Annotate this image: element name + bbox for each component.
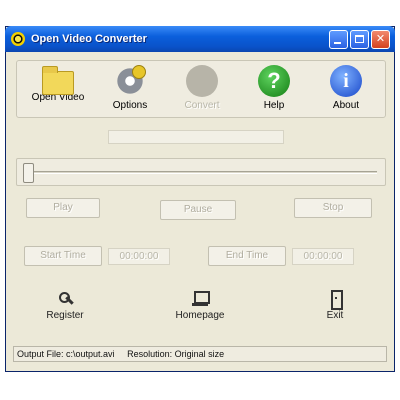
seek-slider[interactable] xyxy=(16,158,386,186)
exit-label: Exit xyxy=(326,310,344,321)
options-button[interactable]: Options xyxy=(99,65,161,111)
window-title: Open Video Converter xyxy=(31,33,147,45)
progress-display xyxy=(108,130,284,144)
help-icon: ? xyxy=(258,65,290,97)
end-time-field[interactable]: 00:00:00 xyxy=(292,248,354,265)
minimize-icon xyxy=(334,41,341,44)
gear-icon xyxy=(114,65,146,97)
computer-icon xyxy=(191,290,210,308)
slider-track xyxy=(25,171,377,174)
end-time-button[interactable]: End Time xyxy=(208,246,286,266)
close-icon: ✕ xyxy=(375,32,386,45)
folder-icon xyxy=(42,66,74,95)
play-button[interactable]: Play xyxy=(26,198,100,218)
options-label: Options xyxy=(112,100,148,111)
about-button[interactable]: i About xyxy=(315,65,377,111)
app-logo-icon xyxy=(11,32,25,46)
help-button[interactable]: ? Help xyxy=(243,65,305,111)
help-label: Help xyxy=(263,100,285,111)
maximize-button[interactable] xyxy=(350,29,369,49)
start-time-button[interactable]: Start Time xyxy=(24,246,102,266)
start-time-field[interactable]: 00:00:00 xyxy=(108,248,170,265)
output-file-status: Output File: c:\output.avi xyxy=(17,349,115,359)
open-video-button[interactable]: Open Video xyxy=(27,65,89,103)
exit-door-icon xyxy=(326,290,344,310)
status-bar: Output File: c:\output.avi Resolution: O… xyxy=(13,346,387,362)
close-button[interactable]: ✕ xyxy=(371,29,390,49)
main-toolbar: Open Video Options Convert ? Help i Abou… xyxy=(16,60,386,118)
about-label: About xyxy=(332,100,360,111)
register-label: Register xyxy=(46,310,84,321)
homepage-link[interactable]: Homepage xyxy=(165,290,235,321)
key-icon xyxy=(56,290,74,308)
pause-button[interactable]: Pause xyxy=(160,200,236,220)
register-link[interactable]: Register xyxy=(40,290,90,321)
title-bar[interactable]: Open Video Converter ✕ xyxy=(5,26,395,52)
stop-button[interactable]: Stop xyxy=(294,198,372,218)
convert-label: Convert xyxy=(184,100,220,111)
exit-link[interactable]: Exit xyxy=(315,290,355,321)
disc-icon xyxy=(186,65,218,97)
slider-thumb[interactable] xyxy=(23,163,34,183)
homepage-label: Homepage xyxy=(175,310,225,321)
info-icon: i xyxy=(330,65,362,97)
convert-button[interactable]: Convert xyxy=(171,65,233,111)
resolution-status: Resolution: Original size xyxy=(127,349,225,359)
maximize-icon xyxy=(355,34,364,43)
minimize-button[interactable] xyxy=(329,29,348,49)
